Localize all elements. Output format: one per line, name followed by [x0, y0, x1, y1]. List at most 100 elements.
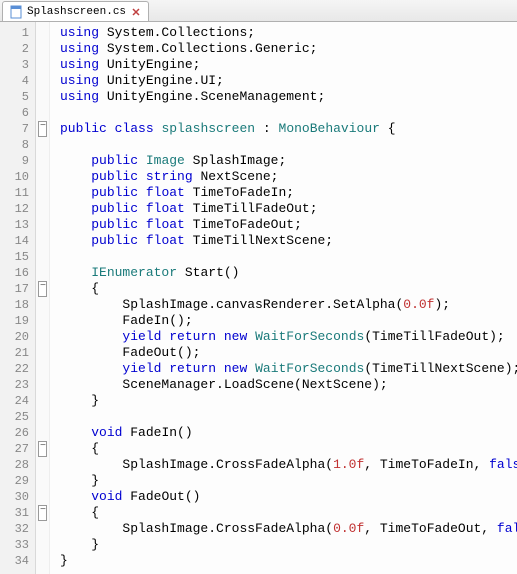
- token-sp: [185, 201, 193, 216]
- code-line[interactable]: public float TimeTillFadeOut;: [60, 201, 517, 217]
- fold-cell: [36, 233, 49, 249]
- code-line[interactable]: using System.Collections.Generic;: [60, 41, 517, 57]
- token-sp: [99, 41, 107, 56]
- code-line[interactable]: using UnityEngine.SceneManagement;: [60, 89, 517, 105]
- code-line[interactable]: void FadeIn(): [60, 425, 517, 441]
- code-line[interactable]: [60, 137, 517, 153]
- code-line[interactable]: public float TimeToFadeIn;: [60, 185, 517, 201]
- token-kw: using: [60, 73, 99, 88]
- token-kw: false: [497, 521, 517, 536]
- fold-cell[interactable]: [36, 281, 49, 297]
- line-number: 6: [0, 105, 35, 121]
- token-sp: [99, 73, 107, 88]
- code-line[interactable]: }: [60, 537, 517, 553]
- token-pn: {: [91, 505, 99, 520]
- line-number: 33: [0, 537, 35, 553]
- token-sp: [60, 345, 122, 360]
- token-sp: [177, 265, 185, 280]
- line-number: 13: [0, 217, 35, 233]
- close-icon[interactable]: [130, 6, 142, 18]
- token-sp: [60, 457, 122, 472]
- token-id: FadeOut();: [122, 345, 200, 360]
- code-line[interactable]: public float TimeTillNextScene;: [60, 233, 517, 249]
- token-id: System.Collections.Generic;: [107, 41, 318, 56]
- line-number: 10: [0, 169, 35, 185]
- token-id: NextScene;: [200, 169, 278, 184]
- fold-cell: [36, 521, 49, 537]
- token-kw: using: [60, 25, 99, 40]
- token-sp: [138, 169, 146, 184]
- code-line[interactable]: [60, 249, 517, 265]
- token-ty: Image: [146, 153, 185, 168]
- fold-toggle-icon[interactable]: [38, 121, 47, 137]
- token-kw: yield: [122, 329, 161, 344]
- token-sp: [60, 377, 122, 392]
- code-line[interactable]: IEnumerator Start(): [60, 265, 517, 281]
- code-line[interactable]: using System.Collections;: [60, 25, 517, 41]
- fold-cell[interactable]: [36, 505, 49, 521]
- token-sp: [60, 233, 91, 248]
- fold-cell: [36, 201, 49, 217]
- code-line[interactable]: public Image SplashImage;: [60, 153, 517, 169]
- code-line[interactable]: using UnityEngine.UI;: [60, 73, 517, 89]
- token-kw: false: [489, 457, 517, 472]
- token-sp: [138, 185, 146, 200]
- file-tab[interactable]: Splashscreen.cs: [2, 1, 149, 21]
- token-sp: [60, 505, 91, 520]
- token-sp: [138, 233, 146, 248]
- token-ty: IEnumerator: [91, 265, 177, 280]
- code-line[interactable]: [60, 409, 517, 425]
- line-number-gutter: 1234567891011121314151617181920212223242…: [0, 22, 36, 574]
- line-number: 15: [0, 249, 35, 265]
- line-number: 31: [0, 505, 35, 521]
- code-line[interactable]: }: [60, 473, 517, 489]
- code-line[interactable]: SceneManager.LoadScene(NextScene);: [60, 377, 517, 393]
- token-id: (TimeTillFadeOut);: [364, 329, 504, 344]
- code-editor[interactable]: 1234567891011121314151617181920212223242…: [0, 22, 517, 574]
- token-kw: yield: [122, 361, 161, 376]
- code-area[interactable]: using System.Collections;using System.Co…: [50, 22, 517, 574]
- token-pn: {: [91, 281, 99, 296]
- code-line[interactable]: public float TimeToFadeOut;: [60, 217, 517, 233]
- line-number: 8: [0, 137, 35, 153]
- line-number: 29: [0, 473, 35, 489]
- code-line[interactable]: [60, 105, 517, 121]
- code-line[interactable]: yield return new WaitForSeconds(TimeTill…: [60, 361, 517, 377]
- fold-toggle-icon[interactable]: [38, 441, 47, 457]
- fold-cell: [36, 153, 49, 169]
- code-line[interactable]: {: [60, 441, 517, 457]
- code-line[interactable]: {: [60, 281, 517, 297]
- fold-cell: [36, 73, 49, 89]
- code-line[interactable]: public class splashscreen : MonoBehaviou…: [60, 121, 517, 137]
- token-sp: [60, 153, 91, 168]
- token-pn: }: [91, 537, 99, 552]
- token-sp: [60, 297, 122, 312]
- code-line[interactable]: using UnityEngine;: [60, 57, 517, 73]
- fold-cell: [36, 537, 49, 553]
- token-nm: 0.0f: [403, 297, 434, 312]
- code-line[interactable]: SplashImage.CrossFadeAlpha(0.0f, TimeToF…: [60, 521, 517, 537]
- fold-cell: [36, 329, 49, 345]
- token-pn: }: [60, 553, 68, 568]
- token-kw: string: [146, 169, 193, 184]
- fold-toggle-icon[interactable]: [38, 281, 47, 297]
- fold-toggle-icon[interactable]: [38, 505, 47, 521]
- code-line[interactable]: SplashImage.canvasRenderer.SetAlpha(0.0f…: [60, 297, 517, 313]
- fold-cell[interactable]: [36, 121, 49, 137]
- token-sp: [185, 233, 193, 248]
- tab-bar: Splashscreen.cs: [0, 0, 517, 22]
- code-line[interactable]: yield return new WaitForSeconds(TimeTill…: [60, 329, 517, 345]
- fold-cell[interactable]: [36, 441, 49, 457]
- code-line[interactable]: }: [60, 553, 517, 569]
- code-line[interactable]: FadeIn();: [60, 313, 517, 329]
- token-id: UnityEngine.SceneManagement;: [107, 89, 325, 104]
- token-kw: public: [91, 185, 138, 200]
- code-line[interactable]: }: [60, 393, 517, 409]
- token-sp: [60, 473, 91, 488]
- code-line[interactable]: {: [60, 505, 517, 521]
- code-line[interactable]: FadeOut();: [60, 345, 517, 361]
- line-number: 1: [0, 25, 35, 41]
- code-line[interactable]: void FadeOut(): [60, 489, 517, 505]
- code-line[interactable]: SplashImage.CrossFadeAlpha(1.0f, TimeToF…: [60, 457, 517, 473]
- code-line[interactable]: public string NextScene;: [60, 169, 517, 185]
